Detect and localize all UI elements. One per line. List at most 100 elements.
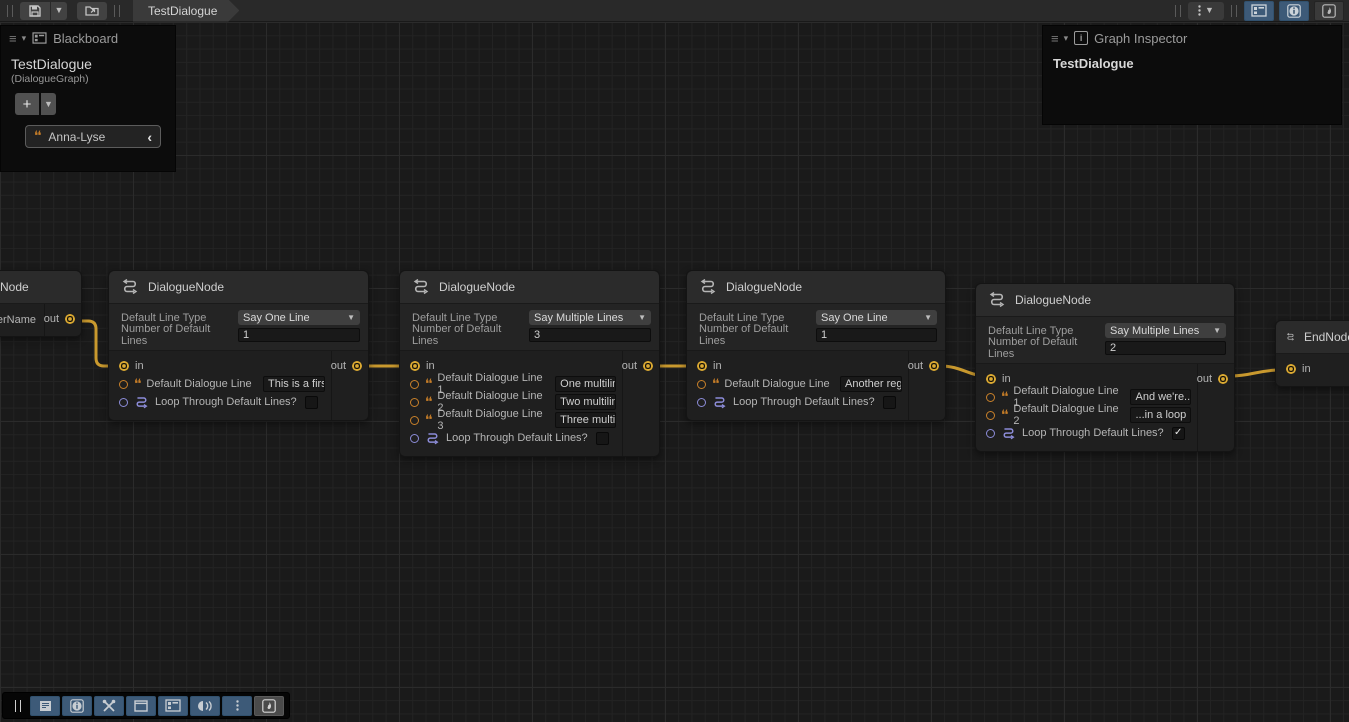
in-port[interactable] [410,361,420,371]
line-type-dropdown[interactable]: Say Multiple Lines ▼ [1105,323,1226,338]
dialogue-line-label: Default Dialogue Line 2 [1013,403,1124,427]
more-button[interactable] [222,696,252,716]
preview-toggle-button[interactable] [1314,1,1344,21]
num-lines-label: Number of Default Lines [412,323,529,347]
num-lines-input[interactable]: 3 [529,328,651,342]
add-property-dropdown[interactable]: ▼ [41,93,56,115]
save-dropdown-button[interactable]: ▼ [51,2,67,20]
line-type-dropdown[interactable]: Say One Line ▼ [238,310,360,325]
drag-handle-icon[interactable]: ≡ [9,31,16,46]
string-port[interactable] [119,380,128,389]
quote-icon: ❛❛ [34,129,40,142]
line-type-dropdown[interactable]: Say Multiple Lines ▼ [529,310,651,325]
preview-button[interactable] [190,696,220,716]
in-port[interactable] [1286,364,1296,374]
dialogue-line-input[interactable]: Two multiline [555,394,616,410]
drag-handle-icon[interactable]: ≡ [1051,31,1058,46]
toolbar-drag-handle[interactable] [7,5,13,17]
window-button[interactable] [126,696,156,716]
start-node-title: Node [0,280,29,294]
loop-checkbox-checked[interactable]: ✓ [1172,427,1185,440]
loop-checkbox[interactable] [305,396,318,409]
num-lines-input[interactable]: 1 [816,328,937,342]
num-lines-label: Number of Default Lines [699,323,816,347]
bool-port[interactable] [410,434,419,443]
dialogue-line-value: One multiline [560,378,616,390]
dialogue-line-input[interactable]: Another regu [840,376,902,392]
dialogue-line-input[interactable]: This is a first [263,376,325,392]
loop-label: Loop Through Default Lines? [155,396,297,408]
loop-icon [425,432,440,445]
loop-checkbox[interactable] [883,396,896,409]
out-port-label: out [331,360,346,372]
inspector-button[interactable] [62,696,92,716]
end-node-icon [1286,329,1295,345]
dialogue-line-input[interactable]: One multiline [555,376,616,392]
num-lines-input[interactable]: 1 [238,328,360,342]
dialogue-line-label: Default Dialogue Line 3 [437,408,549,432]
out-port[interactable] [65,314,75,324]
graph-tab[interactable]: TestDialogue [133,0,239,22]
dialogue-line-input[interactable]: ...in a loop [1130,407,1191,423]
dialogue-node-4[interactable]: DialogueNode Default Line Type Say Multi… [975,283,1235,452]
blackboard-panel: ≡ ▾ Blackboard TestDialogue (DialogueGra… [0,25,176,172]
dialogue-node-1[interactable]: DialogueNode Default Line Type Say One L… [108,270,369,421]
out-port[interactable] [352,361,362,371]
out-port[interactable] [929,361,939,371]
flame-toggle-button[interactable] [254,696,284,716]
overflow-menu-button[interactable]: ▼ [1188,2,1224,20]
num-lines-label: Number of Default Lines [988,336,1105,360]
graph-inspector-toggle-button[interactable] [1279,1,1309,21]
out-port[interactable] [1218,374,1228,384]
collapse-chevron-icon[interactable]: ‹ [147,129,152,145]
bottom-toolbar-drag-handle[interactable] [15,700,21,712]
graph-inspector-header[interactable]: ≡ ▾ i Graph Inspector [1043,26,1341,50]
window-icon [134,700,148,712]
string-port[interactable] [410,398,419,407]
blackboard-property-anna-lyse[interactable]: ❛❛ Anna-Lyse ‹ [25,125,161,148]
quote-icon: ❛❛ [425,413,431,426]
open-asset-button[interactable] [77,2,107,20]
dialogue-node-2[interactable]: DialogueNode Default Line Type Say Multi… [399,270,660,457]
in-port-label: in [713,360,722,372]
blackboard-header[interactable]: ≡ ▾ Blackboard [1,26,175,50]
in-port[interactable] [986,374,996,384]
string-port[interactable] [697,380,706,389]
dialogue-node-3[interactable]: DialogueNode Default Line Type Say One L… [686,270,946,421]
in-port[interactable] [119,361,129,371]
bool-port[interactable] [697,398,706,407]
dialogue-node-icon [412,279,430,295]
loop-checkbox[interactable] [596,432,609,445]
dialogue-line-input[interactable]: Three multili [555,412,616,428]
bool-port[interactable] [986,429,995,438]
chevron-down-icon: ▼ [347,313,355,322]
add-property-button[interactable]: + [15,93,39,115]
string-port[interactable] [410,416,419,425]
quote-icon: ❛❛ [425,377,431,390]
tools-button[interactable] [94,696,124,716]
in-port[interactable] [697,361,707,371]
end-node[interactable]: EndNode in [1275,320,1349,387]
out-port[interactable] [643,361,653,371]
blackboard-toggle-button[interactable] [1244,1,1274,21]
collapse-caret-icon[interactable]: ▾ [1064,33,1069,44]
bool-port[interactable] [119,398,128,407]
out-port-label: out [1197,373,1212,385]
num-lines-input[interactable]: 2 [1105,341,1226,355]
dialogue-line-input[interactable]: And we're... [1130,389,1191,405]
string-port[interactable] [986,411,995,420]
string-port[interactable] [410,380,419,389]
blackboard-button[interactable] [158,696,188,716]
tools-icon [102,699,116,713]
line-type-dropdown[interactable]: Say One Line ▼ [816,310,937,325]
start-node[interactable]: Node kerName out [0,270,82,337]
chevron-down-icon: ▼ [1213,326,1221,335]
quote-icon: ❛❛ [1001,390,1007,403]
string-port[interactable] [986,393,995,402]
console-button[interactable] [30,696,60,716]
line-type-value: Say Multiple Lines [534,312,623,324]
collapse-caret-icon[interactable]: ▾ [22,33,27,44]
dialogue-node-icon [121,279,139,295]
save-button[interactable] [20,2,50,20]
chevron-down-icon: ▼ [638,313,646,322]
